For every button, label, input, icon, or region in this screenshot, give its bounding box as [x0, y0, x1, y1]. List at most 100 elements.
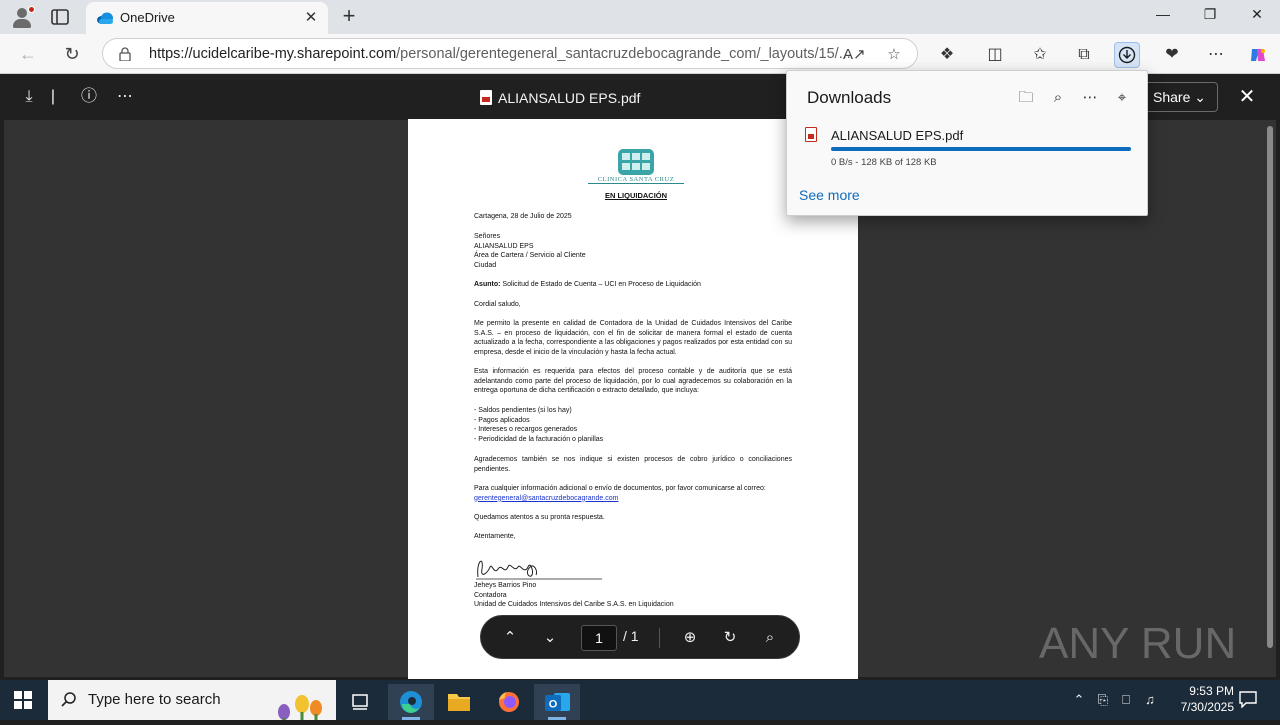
previous-page-icon[interactable]: ⌃: [499, 627, 521, 649]
show-hidden-icons-chevron[interactable]: ⌃: [1070, 691, 1088, 709]
address-bar[interactable]: https://ucidelcaribe-my.sharepoint.com/p…: [102, 38, 918, 69]
more-options-icon[interactable]: ⋯: [1079, 87, 1101, 109]
page-number-input[interactable]: 1: [581, 625, 617, 651]
url-text[interactable]: https://ucidelcaribe-my.sharepoint.com/p…: [149, 46, 851, 62]
date-line: Cartagena, 28 de Julio de 2025: [474, 213, 572, 220]
svg-text:O: O: [549, 699, 558, 711]
search-icon: [61, 692, 76, 707]
taskbar-clock[interactable]: 9:53 PM 7/30/2025: [1160, 683, 1234, 715]
zoom-in-icon[interactable]: ⊕: [679, 627, 701, 649]
outlook-icon[interactable]: O: [534, 684, 580, 720]
pdf-file-icon: [805, 127, 817, 142]
back-arrow-icon[interactable]: ←: [16, 42, 40, 66]
pdf-file-icon: [480, 90, 492, 105]
download-progress-fill: [831, 147, 1131, 151]
list-item: - Pagos aplicados: [474, 416, 530, 424]
list-item: - Intereses o recargos generados: [474, 426, 578, 434]
search-downloads-icon[interactable]: ⌕: [1047, 87, 1069, 109]
rotate-icon[interactable]: ↻: [719, 627, 741, 649]
clinic-logo-text: CLINICA SANTA CRUZ: [588, 176, 684, 184]
split-screen-icon[interactable]: ◫: [982, 42, 1008, 68]
favorites-icon[interactable]: ✩: [1027, 42, 1053, 68]
edge-taskbar-icon[interactable]: [388, 684, 434, 720]
volume-icon[interactable]: ♫: [1141, 691, 1159, 709]
recipient-line: Ciudad: [474, 261, 497, 269]
request-list: - Saldos pendientes (si los hay) - Pagos…: [474, 406, 792, 444]
toolbar-divider: [659, 628, 660, 648]
tab-title: OneDrive: [120, 10, 175, 25]
close-viewer-icon[interactable]: ✕: [1236, 86, 1258, 108]
scrollbar-thumb[interactable]: [1267, 126, 1273, 648]
minimize-button[interactable]: —: [1152, 6, 1174, 22]
favorite-star-icon[interactable]: ☆: [883, 44, 905, 66]
page-navigation-bar: ⌃ ⌄ 1 / 1 ⊕ ↻ ⌕: [480, 615, 800, 659]
pin-icon[interactable]: ⌖: [1111, 87, 1133, 109]
profile-icon[interactable]: [10, 6, 35, 28]
notification-icon[interactable]: [1238, 690, 1258, 708]
recipient-line: ALIANSALUD EPS: [474, 242, 534, 250]
signer-org: Unidad de Cuidados Intensivos del Caribe…: [474, 601, 674, 609]
extensions-icon[interactable]: ❖: [934, 42, 960, 68]
taskbar-search[interactable]: Type here to search: [48, 680, 336, 720]
share-label: Share: [1153, 89, 1191, 105]
signature-block: Jeheys Barrios Pino Contadora Unidad de …: [474, 581, 792, 610]
settings-more-icon[interactable]: ⋯: [1203, 42, 1229, 68]
page-total: / 1: [623, 628, 639, 644]
close-window-button[interactable]: ✕: [1246, 6, 1268, 23]
more-options-icon[interactable]: ⋯: [114, 86, 136, 108]
browser-essentials-icon[interactable]: ❤: [1159, 42, 1185, 68]
tab-actions-icon[interactable]: [50, 8, 70, 26]
document-heading: EN LIQUIDACIÓN: [604, 191, 668, 200]
restore-button[interactable]: ❐: [1199, 6, 1221, 23]
share-button[interactable]: Share ⌄: [1142, 82, 1218, 112]
download-icon[interactable]: ⤓: [18, 86, 40, 108]
sign-off: Atentamente,: [474, 533, 516, 540]
info-icon[interactable]: ⓘ: [78, 86, 100, 108]
recipient-line: Área de Cartera / Servicio al Cliente: [474, 252, 586, 260]
email-link[interactable]: gerentegeneral@santacruzdebocagrande.com: [474, 494, 792, 504]
watermark-text: ANY RUN: [1039, 619, 1236, 668]
url-host: https://ucidelcaribe-my.sharepoint.com: [149, 46, 397, 62]
device-icon[interactable]: ⎘: [1094, 691, 1112, 709]
search-icon[interactable]: ⌕: [759, 627, 781, 649]
tab-onedrive[interactable]: OneDrive ✕: [86, 2, 328, 34]
clock-date: 7/30/2025: [1180, 700, 1234, 714]
task-view-icon[interactable]: [338, 684, 384, 720]
see-more-link[interactable]: See more: [799, 187, 860, 203]
network-icon[interactable]: ⎕: [1117, 691, 1135, 709]
search-highlight-flowers-icon: [278, 695, 322, 720]
lock-icon[interactable]: [119, 47, 131, 61]
read-aloud-icon[interactable]: A↗: [843, 44, 866, 66]
url-path: /personal/gerentegeneral_santacruzdeboca…: [396, 46, 851, 62]
file-explorer-icon[interactable]: [436, 684, 482, 720]
download-status: 0 B/s - 128 KB of 128 KB: [831, 157, 937, 168]
paragraph-2: Esta información es requerida para efect…: [474, 368, 792, 395]
firefox-icon[interactable]: [486, 684, 532, 720]
open-folder-icon[interactable]: 🗀: [1015, 87, 1037, 109]
recipient-block: Señores ALIANSALUD EPS Área de Cartera /…: [474, 232, 792, 270]
search-placeholder: Type here to search: [88, 691, 221, 708]
copilot-icon[interactable]: [1245, 42, 1271, 68]
browser-toolbar: ← ↻ https://ucidelcaribe-my.sharepoint.c…: [0, 34, 1280, 74]
paragraph-3: Agradecemos también se nos indique si ex…: [474, 456, 792, 473]
downloads-icon[interactable]: [1114, 42, 1140, 68]
refresh-icon[interactable]: ↻: [60, 42, 84, 66]
subject-line: Asunto: Solicitud de Estado de Cuenta – …: [474, 280, 792, 290]
download-file-name[interactable]: ALIANSALUD EPS.pdf: [831, 128, 963, 143]
collections-icon[interactable]: ⧉: [1071, 42, 1097, 68]
clock-time: 9:53 PM: [1189, 684, 1234, 698]
onedrive-cloud-icon: [97, 12, 113, 24]
signer-role: Contadora: [474, 591, 507, 599]
clinic-logo-icon: [618, 149, 654, 175]
handwritten-signature: [476, 560, 602, 580]
new-tab-button[interactable]: +: [338, 5, 360, 27]
signer-name: Jeheys Barrios Pino: [474, 582, 537, 589]
greeting: Cordial saludo,: [474, 301, 521, 308]
windows-start-icon[interactable]: [14, 691, 32, 709]
subject-label: Asunto:: [474, 281, 501, 288]
document-title: ALIANSALUD EPS.pdf: [498, 90, 641, 106]
download-progress-bar: [831, 147, 1131, 151]
next-page-icon[interactable]: ⌄: [539, 627, 561, 649]
tab-close-icon[interactable]: ✕: [302, 8, 320, 26]
recipient-line: Señores: [474, 233, 501, 240]
